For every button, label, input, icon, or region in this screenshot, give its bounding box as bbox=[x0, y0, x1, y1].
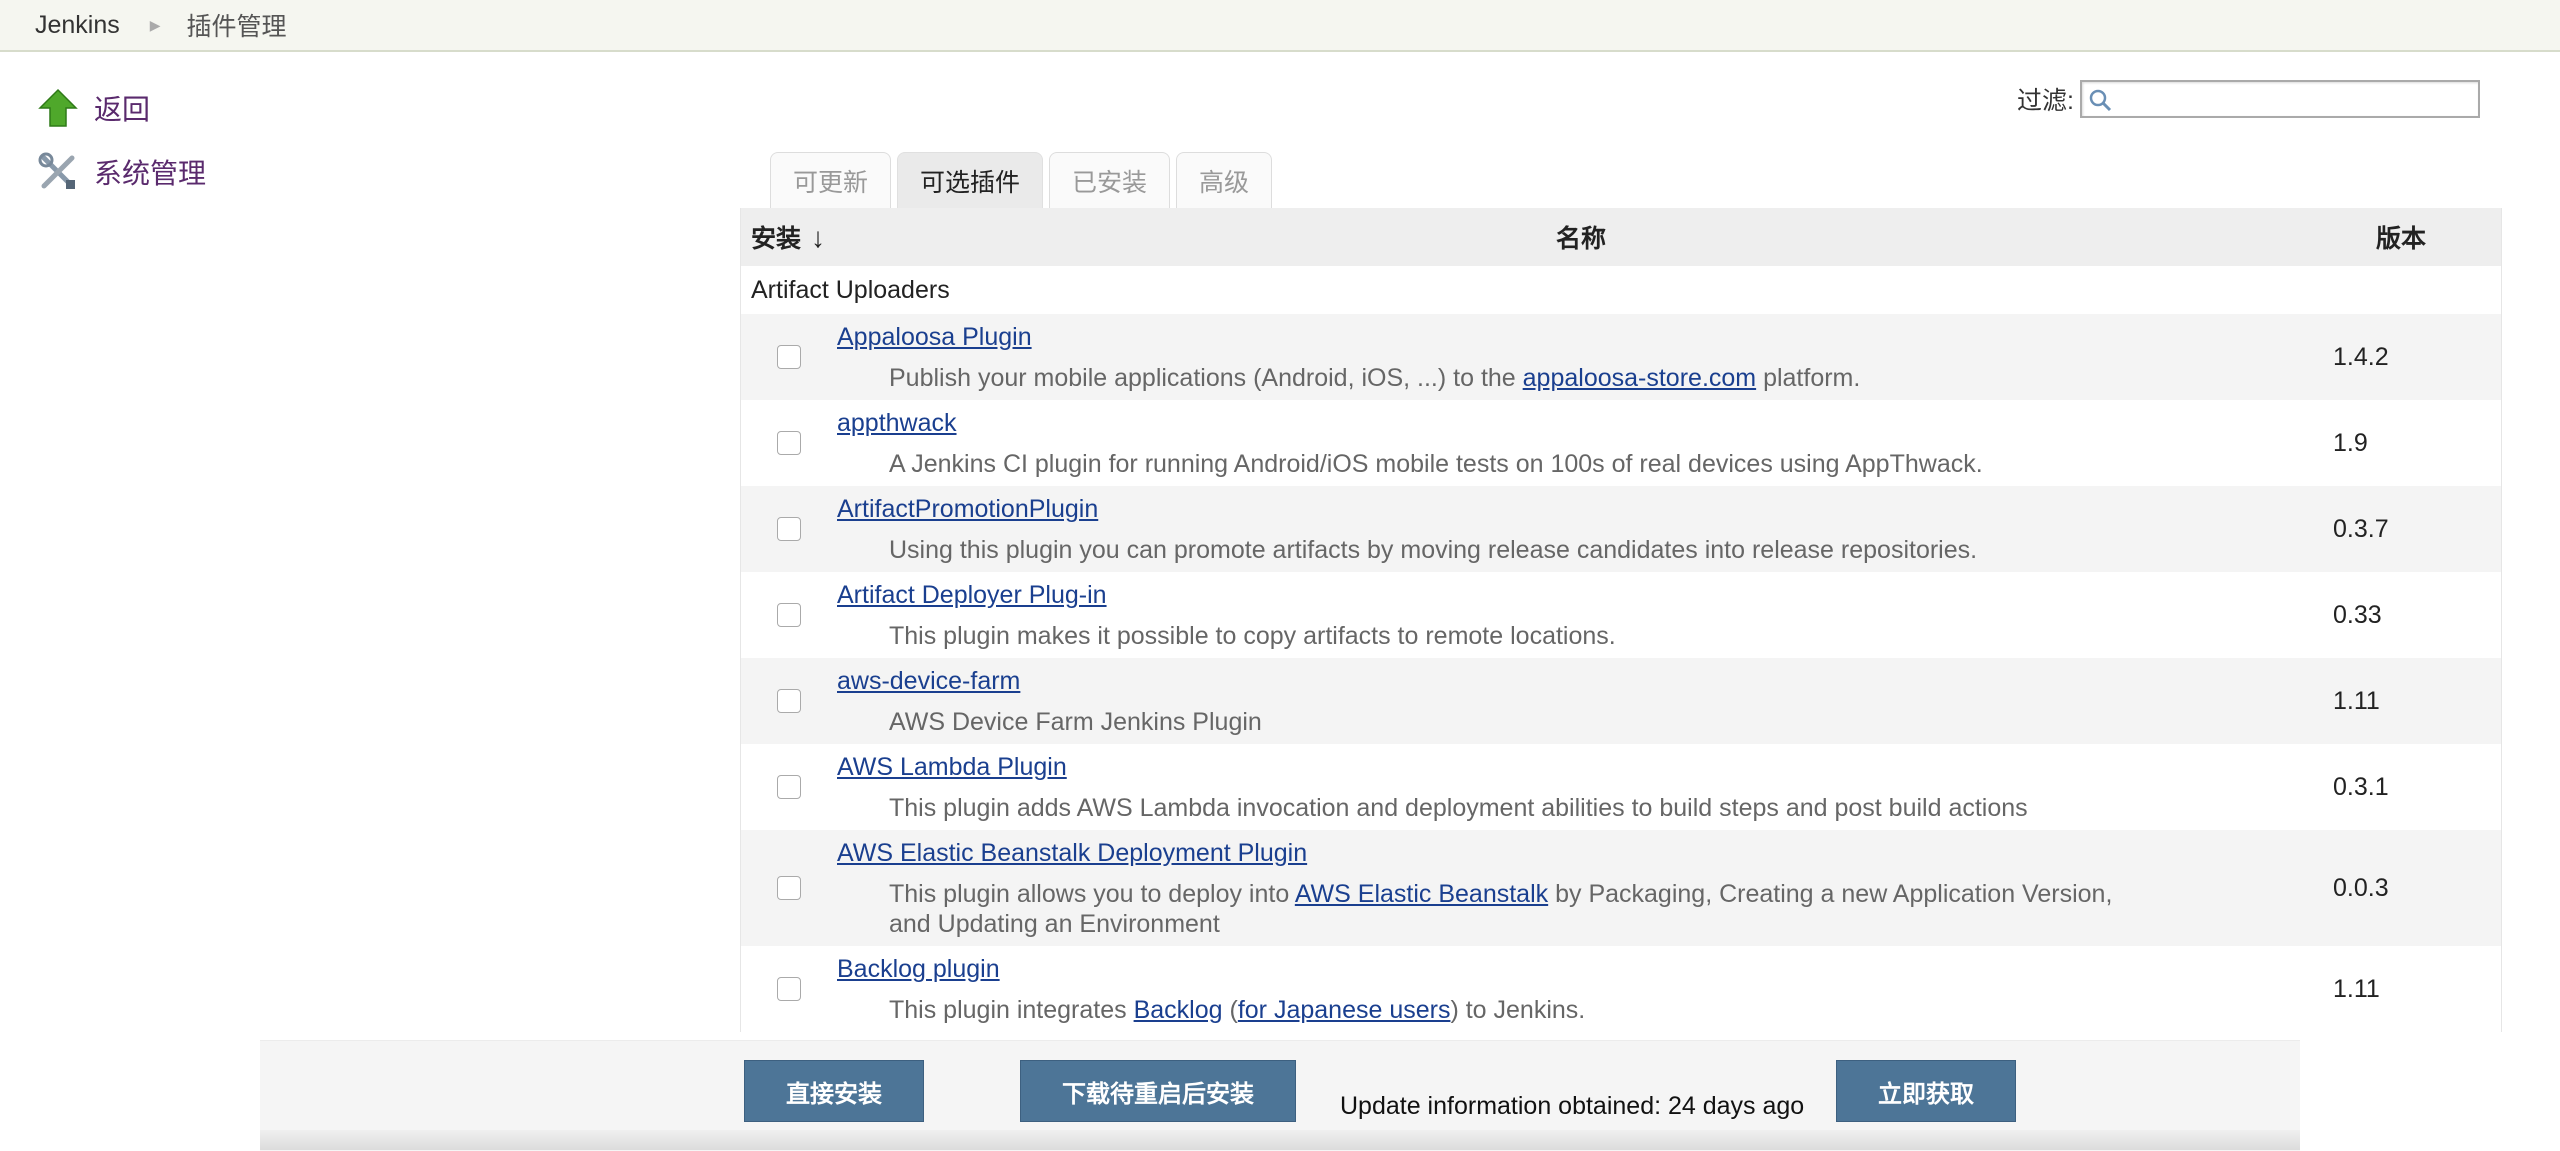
plugin-description: This plugin allows you to deploy into AW… bbox=[889, 880, 2113, 938]
description-link[interactable]: appaloosa-store.com bbox=[1523, 364, 1756, 392]
plugin-description: A Jenkins CI plugin for running Android/… bbox=[889, 450, 1983, 478]
filter-input[interactable] bbox=[2080, 80, 2480, 118]
install-checkbox[interactable] bbox=[777, 517, 801, 541]
table-row: Appaloosa Plugin Publish your mobile app… bbox=[741, 314, 2501, 400]
search-icon bbox=[2088, 88, 2112, 117]
plugin-name-link[interactable]: ArtifactPromotionPlugin bbox=[837, 493, 2325, 525]
table-row: AWS Lambda Plugin This plugin adds AWS L… bbox=[741, 744, 2501, 830]
update-info-text: Update information obtained: 24 days ago bbox=[1340, 1092, 1805, 1120]
plugin-version: 0.33 bbox=[2333, 600, 2382, 629]
sidebar-item-manage[interactable]: 系统管理 bbox=[36, 150, 206, 194]
column-header-version[interactable]: 版本 bbox=[2301, 219, 2501, 255]
breadcrumb-separator-icon: ▶ bbox=[149, 16, 161, 33]
install-checkbox[interactable] bbox=[777, 689, 801, 713]
plugin-description: This plugin makes it possible to copy ar… bbox=[889, 622, 1616, 650]
plugin-name-link[interactable]: aws-device-farm bbox=[837, 665, 2325, 697]
install-checkbox[interactable] bbox=[777, 977, 801, 1001]
plugin-name-link[interactable]: Appaloosa Plugin bbox=[837, 321, 2325, 353]
filter-area: 过滤: bbox=[2017, 80, 2480, 118]
tab-installed[interactable]: 已安装 bbox=[1049, 152, 1171, 208]
plugin-description: This plugin integrates Backlog (for Japa… bbox=[889, 996, 1586, 1024]
filter-label: 过滤: bbox=[2017, 87, 2074, 115]
table-row: appthwack A Jenkins CI plugin for runnin… bbox=[741, 400, 2501, 486]
plugin-version: 0.3.7 bbox=[2333, 514, 2389, 543]
sort-arrow-icon: ↓ bbox=[811, 222, 826, 253]
description-link[interactable]: for Japanese users bbox=[1238, 996, 1451, 1024]
install-checkbox[interactable] bbox=[777, 345, 801, 369]
sidebar-item-back[interactable]: 返回 bbox=[36, 86, 150, 130]
install-checkbox[interactable] bbox=[777, 431, 801, 455]
plugin-description: Publish your mobile applications (Androi… bbox=[889, 364, 1861, 392]
plugin-description: This plugin adds AWS Lambda invocation a… bbox=[889, 794, 2028, 822]
table-row: ArtifactPromotionPlugin Using this plugi… bbox=[741, 486, 2501, 572]
plugin-name-link[interactable]: AWS Lambda Plugin bbox=[837, 751, 2325, 783]
plugin-version: 0.0.3 bbox=[2333, 873, 2389, 902]
column-header-name[interactable]: 名称 bbox=[861, 219, 2301, 255]
plugin-description: Using this plugin you can promote artifa… bbox=[889, 536, 1978, 564]
install-checkbox[interactable] bbox=[777, 603, 801, 627]
plugin-version: 1.4.2 bbox=[2333, 342, 2389, 371]
up-arrow-icon bbox=[36, 86, 80, 130]
table-row: AWS Elastic Beanstalk Deployment Plugin … bbox=[741, 830, 2501, 946]
tools-icon bbox=[36, 150, 80, 194]
bottom-bar-shadow bbox=[260, 1130, 2300, 1150]
table-header: 安装 ↓ 名称 版本 bbox=[741, 208, 2501, 266]
table-row: aws-device-farm AWS Device Farm Jenkins … bbox=[741, 658, 2501, 744]
check-now-button[interactable]: 立即获取 bbox=[1836, 1060, 2016, 1122]
description-link[interactable]: AWS Elastic Beanstalk bbox=[1295, 880, 1548, 908]
tab-advanced[interactable]: 高级 bbox=[1176, 152, 1273, 208]
description-link[interactable]: Backlog bbox=[1134, 996, 1223, 1024]
plugin-name-link[interactable]: Artifact Deployer Plug-in bbox=[837, 579, 2325, 611]
plugin-description: AWS Device Farm Jenkins Plugin bbox=[889, 708, 1262, 736]
breadcrumb-jenkins-link[interactable]: Jenkins bbox=[35, 11, 120, 40]
column-header-install[interactable]: 安装 ↓ bbox=[741, 219, 861, 255]
plugin-tabs: 可更新 可选插件 已安装 高级 bbox=[770, 152, 1278, 208]
install-checkbox[interactable] bbox=[777, 876, 801, 900]
plugin-version: 1.11 bbox=[2333, 974, 2380, 1003]
sidebar-item-label: 返回 bbox=[94, 94, 151, 125]
plugin-version: 0.3.1 bbox=[2333, 772, 2389, 801]
breadcrumb-current[interactable]: 插件管理 bbox=[187, 7, 287, 43]
plugin-name-link[interactable]: Backlog plugin bbox=[837, 953, 2325, 985]
plugin-table: 安装 ↓ 名称 版本 Artifact Uploaders Appaloosa P… bbox=[740, 208, 2502, 1032]
plugin-version: 1.9 bbox=[2333, 428, 2368, 457]
column-header-install-label: 安装 bbox=[751, 225, 802, 253]
table-row: Backlog plugin This plugin integrates Ba… bbox=[741, 946, 2501, 1032]
sidebar-item-label: 系统管理 bbox=[94, 158, 207, 189]
download-and-install-after-restart-button[interactable]: 下载待重启后安装 bbox=[1020, 1060, 1296, 1122]
plugin-name-link[interactable]: AWS Elastic Beanstalk Deployment Plugin bbox=[837, 837, 2325, 869]
breadcrumb: Jenkins ▶ 插件管理 bbox=[0, 0, 2560, 52]
plugin-name-link[interactable]: appthwack bbox=[837, 407, 2325, 439]
tab-available[interactable]: 可选插件 bbox=[897, 152, 1044, 208]
tab-updates[interactable]: 可更新 bbox=[770, 152, 892, 208]
plugin-version: 1.11 bbox=[2333, 686, 2380, 715]
table-row: Artifact Deployer Plug-in This plugin ma… bbox=[741, 572, 2501, 658]
install-without-restart-button[interactable]: 直接安装 bbox=[744, 1060, 924, 1122]
install-checkbox[interactable] bbox=[777, 775, 801, 799]
category-header: Artifact Uploaders bbox=[741, 266, 2501, 314]
